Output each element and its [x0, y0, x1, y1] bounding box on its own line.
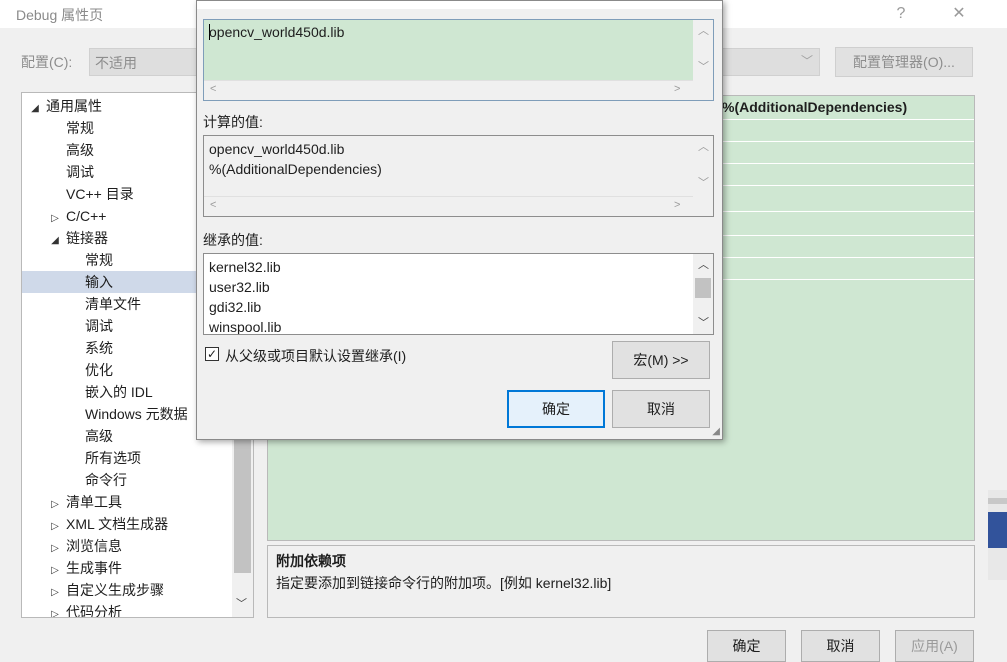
- tree-item[interactable]: ▷ 浏览信息: [22, 535, 252, 557]
- tree-item[interactable]: ▷ 生成事件: [22, 557, 252, 579]
- tree-item-label: 调试: [85, 318, 113, 334]
- scroll-up-icon[interactable]: ︿: [698, 138, 709, 154]
- computed-label: 计算的值:: [203, 114, 263, 130]
- tree-item[interactable]: ▷ 自定义生成步骤: [22, 579, 252, 601]
- help-button[interactable]: ?: [886, 2, 916, 26]
- tree-item[interactable]: 命令行: [22, 469, 252, 491]
- inherit-checkbox-label[interactable]: 从父级或项目默认设置继承(I): [225, 346, 406, 366]
- tree-item-label: C/C++: [66, 208, 107, 224]
- tree-item-label: 生成事件: [66, 560, 122, 576]
- tree-item-label: 代码分析: [66, 604, 122, 618]
- description-panel: 附加依赖项 指定要添加到链接命令行的附加项。[例如 kernel32.lib]: [267, 545, 975, 618]
- cancel-button[interactable]: 取消: [801, 630, 880, 662]
- grid-value-text: %(AdditionalDependencies): [722, 99, 908, 115]
- grid-row-divider: [723, 211, 974, 212]
- grid-row-divider: [723, 279, 974, 280]
- tree-item-label: 输入: [85, 274, 113, 290]
- dialog-ok-button[interactable]: 确定: [507, 390, 605, 428]
- scroll-left-icon[interactable]: <: [210, 199, 216, 211]
- config-label: 配置(C):: [21, 54, 73, 70]
- tree-item-label: 高级: [85, 428, 113, 444]
- config-select[interactable]: 不适用: [89, 48, 209, 76]
- close-button[interactable]: ✕: [944, 2, 974, 26]
- window-title: Debug 属性页: [16, 7, 104, 23]
- scroll-right-icon[interactable]: >: [674, 199, 680, 211]
- inherited-vertical-scrollbar[interactable]: ︿ ﹀: [693, 254, 713, 334]
- computed-values-box: opencv_world450d.lib %(AdditionalDepende…: [203, 135, 714, 217]
- tree-item-label: 浏览信息: [66, 538, 122, 554]
- tree-item-label: XML 文档生成器: [66, 516, 169, 532]
- scroll-up-icon[interactable]: ︿: [698, 256, 709, 272]
- tree-item-label: 清单文件: [85, 296, 141, 312]
- resize-grip-icon[interactable]: ◢: [712, 426, 720, 437]
- inherited-label: 继承的值:: [203, 232, 263, 248]
- edit-horizontal-scrollbar[interactable]: < >: [204, 80, 693, 100]
- collapsed-arrow-icon[interactable]: ▷: [48, 604, 62, 617]
- chevron-down-icon: ﹀: [800, 54, 813, 68]
- description-text: 指定要添加到链接命令行的附加项。[例如 kernel32.lib]: [276, 575, 612, 591]
- dialog-cancel-button[interactable]: 取消: [612, 390, 710, 428]
- tree-item-label: 优化: [85, 362, 113, 378]
- tree-item[interactable]: 所有选项: [22, 447, 252, 469]
- additional-dependencies-dialog: opencv_world450d.lib ︿ ﹀ < > 计算的值: openc…: [196, 0, 723, 440]
- scroll-left-icon[interactable]: <: [210, 83, 216, 95]
- grid-row-divider: [723, 235, 974, 236]
- grid-row-divider: [723, 185, 974, 186]
- scroll-down-icon[interactable]: ﹀: [698, 314, 709, 330]
- tree-item-label: 命令行: [85, 472, 127, 488]
- scroll-thumb[interactable]: [695, 278, 711, 298]
- tree-item-label: VC++ 目录: [66, 186, 134, 202]
- tree-item-label: 系统: [85, 340, 113, 356]
- computed-values: opencv_world450d.lib %(AdditionalDepende…: [209, 141, 382, 177]
- tree-item-label: Windows 元数据: [85, 406, 188, 422]
- tree-item-label: 嵌入的 IDL: [85, 384, 153, 400]
- ok-button[interactable]: 确定: [707, 630, 786, 662]
- scroll-thumb[interactable]: [234, 433, 251, 573]
- scroll-right-icon[interactable]: >: [674, 83, 680, 95]
- edit-value: opencv_world450d.lib: [209, 24, 345, 40]
- tree-item-label: 调试: [66, 164, 94, 180]
- tree-item[interactable]: ▷ XML 文档生成器: [22, 513, 252, 535]
- side-strip: [988, 490, 1007, 580]
- grid-row-divider: [723, 141, 974, 142]
- computed-vertical-scrollbar[interactable]: ︿ ﹀: [693, 136, 713, 196]
- inherited-values-box: kernel32.lib user32.lib gdi32.lib winspo…: [203, 253, 714, 335]
- tree-item-label: 所有选项: [85, 450, 141, 466]
- scroll-down-icon[interactable]: ﹀: [698, 174, 709, 190]
- tree-item-label: 通用属性: [46, 98, 102, 114]
- tree-item-label: 自定义生成步骤: [66, 582, 164, 598]
- dependencies-edit-box[interactable]: opencv_world450d.lib ︿ ﹀ < >: [203, 19, 714, 101]
- dialog-top-bar: [197, 1, 722, 9]
- tree-item[interactable]: ▷ 清单工具: [22, 491, 252, 513]
- tree-item-label: 链接器: [66, 230, 108, 246]
- apply-button[interactable]: 应用(A): [895, 630, 974, 662]
- grid-row-divider: [723, 257, 974, 258]
- edit-vertical-scrollbar[interactable]: ︿ ﹀: [693, 20, 713, 80]
- scroll-down-icon[interactable]: ﹀: [698, 58, 709, 74]
- tree-item-label: 清单工具: [66, 494, 122, 510]
- tree-item-label: 常规: [66, 120, 94, 136]
- tree-item-label: 常规: [85, 252, 113, 268]
- description-title: 附加依赖项: [276, 553, 346, 569]
- computed-horizontal-scrollbar[interactable]: < >: [204, 196, 693, 216]
- scroll-down-icon[interactable]: ﹀: [236, 595, 247, 611]
- tree-item[interactable]: ▷ 代码分析: [22, 601, 252, 618]
- config-manager-button[interactable]: 配置管理器(O)...: [835, 47, 973, 77]
- scroll-up-icon[interactable]: ︿: [698, 22, 709, 38]
- grid-row-divider: [723, 119, 974, 120]
- macros-button[interactable]: 宏(M) >>: [612, 341, 710, 379]
- inherited-values: kernel32.lib user32.lib gdi32.lib winspo…: [209, 259, 282, 335]
- tree-item-label: 高级: [66, 142, 94, 158]
- config-value: 不适用: [95, 55, 137, 71]
- grid-row-divider: [723, 163, 974, 164]
- inherit-checkbox[interactable]: ✓: [205, 347, 219, 361]
- platform-select[interactable]: ﹀: [722, 48, 820, 76]
